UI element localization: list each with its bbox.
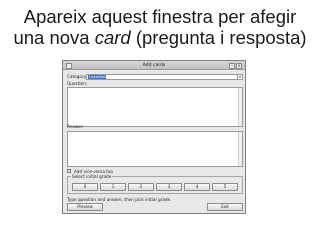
grade-buttons: 012345 — [72, 183, 238, 191]
answer-label: Answer: — [67, 124, 84, 129]
grade-button-3[interactable]: 3 — [156, 183, 182, 191]
close-icon[interactable]: × — [236, 62, 242, 69]
question-label: Question: — [67, 81, 88, 86]
grade-button-1[interactable]: 1 — [100, 183, 126, 191]
category-label: Category: — [67, 74, 88, 79]
hint-text: Type question and answer, then pick init… — [67, 197, 172, 202]
dialog-title: Add cards — [142, 63, 166, 68]
initial-grade-group: Select initial grade 012345 — [67, 174, 243, 194]
category-row: Category: Unsorted ▾ — [67, 73, 243, 80]
category-select[interactable]: Unsorted ▾ — [86, 73, 243, 80]
slide-title-italic-word: card — [94, 27, 131, 48]
grade-button-0[interactable]: 0 — [72, 183, 98, 191]
chevron-down-icon[interactable]: ▾ — [237, 74, 242, 79]
exit-button[interactable]: Exit — [207, 203, 243, 211]
slide-title-text: una nova — [13, 27, 95, 48]
vice-versa-label: Add vice-versa too — [74, 168, 113, 174]
question-scrollbar[interactable] — [238, 88, 242, 126]
window-menu-icon[interactable] — [66, 62, 72, 69]
category-value: Unsorted — [88, 75, 107, 79]
grade-button-4[interactable]: 4 — [184, 183, 210, 191]
slide-title: Apareix aquest finestra per afegir una n… — [0, 6, 320, 48]
add-cards-dialog: Add cards – × Category: Unsorted ▾ Quest… — [62, 60, 246, 214]
dialog-titlebar: Add cards – × — [63, 61, 245, 70]
grade-button-5[interactable]: 5 — [212, 183, 238, 191]
preview-button[interactable]: Preview — [67, 203, 103, 211]
slide-title-line-1: Apareix aquest finestra per afegir — [23, 6, 297, 27]
initial-grade-label: Select initial grade — [71, 174, 113, 179]
answer-scrollbar[interactable] — [238, 132, 242, 166]
minimize-icon[interactable]: – — [229, 62, 235, 69]
question-input[interactable] — [67, 87, 243, 127]
vice-versa-checkbox[interactable] — [67, 169, 71, 173]
slide-title-line-2: una nova card (pregunta i resposta) — [0, 27, 320, 48]
slide-title-text-end: (pregunta i resposta) — [130, 27, 307, 48]
grade-button-2[interactable]: 2 — [128, 183, 154, 191]
answer-input[interactable] — [67, 131, 243, 167]
